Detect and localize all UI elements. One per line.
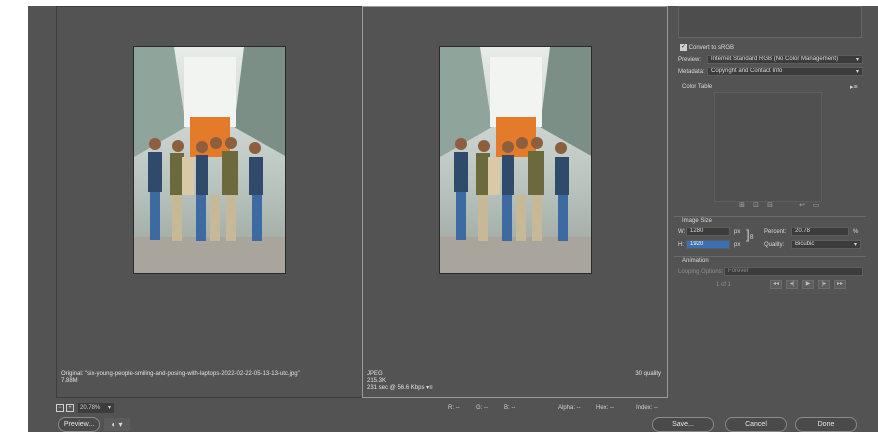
percent-input[interactable]: 20.78: [791, 227, 849, 236]
divider: [674, 256, 866, 257]
optimized-download-time: 231 sec @ 56.6 Kbps ▾≡: [367, 385, 433, 391]
new-color-icon[interactable]: ↩: [798, 202, 806, 210]
optimized-preview-pane[interactable]: JPEG 215.3K 231 sec @ 56.6 Kbps ▾≡ 30 qu…: [362, 6, 668, 398]
animation-controls: ◂◂ ◂| ▶ |▸ ▸▸: [770, 280, 860, 290]
preset-area: [678, 6, 862, 38]
looping-select[interactable]: Forever: [724, 267, 863, 276]
frame-counter: 1 of 1: [716, 282, 732, 288]
photo-people-illustration: [440, 47, 591, 273]
status-alpha: Alpha: --: [558, 405, 581, 411]
metadata-label: Metadata:: [678, 69, 705, 75]
preview-label: Preview:: [678, 57, 702, 63]
width-input[interactable]: 1280: [686, 227, 730, 236]
preview-button[interactable]: Preview...: [58, 417, 100, 432]
link-proportions-icon[interactable]: ]8: [746, 228, 754, 244]
trash-icon[interactable]: ▭: [812, 202, 820, 210]
previous-frame-icon[interactable]: ◂|: [786, 280, 798, 289]
photo-people-illustration: [134, 47, 285, 273]
status-g: G: --: [476, 405, 488, 411]
original-preview-image: [133, 46, 286, 274]
metadata-select[interactable]: Copyright and Contact Info: [707, 67, 863, 76]
image-size-title: Image Size: [682, 218, 713, 224]
height-input[interactable]: 1920: [686, 240, 730, 249]
color-table-area: [714, 92, 822, 202]
download-speed-menu-icon[interactable]: ▾≡: [426, 385, 433, 391]
original-file-info: Original: "six-young-people-smiling-and-…: [61, 371, 300, 385]
color-table-menu-icon[interactable]: ▸≡: [850, 83, 858, 91]
footer: Preview... ◐ ▾ Save... Cancel Done: [28, 417, 878, 432]
color-table-title: Color Table: [682, 84, 713, 90]
chevron-down-icon: ▾: [854, 242, 858, 248]
browser-icon[interactable]: ◐ ▾: [104, 418, 130, 431]
optimized-file-info: JPEG 215.3K 231 sec @ 56.6 Kbps ▾≡: [367, 371, 433, 392]
chevron-down-icon: ▾: [856, 69, 860, 75]
preview-select[interactable]: Internet Standard RGB (No Color Manageme…: [707, 55, 863, 64]
cancel-button[interactable]: Cancel: [725, 417, 787, 432]
convert-srgb-checkbox[interactable]: ✓: [680, 44, 687, 51]
optimized-preview-image: [439, 46, 592, 274]
percent-label: Percent:: [764, 229, 787, 235]
last-frame-icon[interactable]: ▸▸: [834, 280, 846, 289]
convert-srgb-label: Convert to sRGB: [688, 45, 735, 52]
status-r: R: --: [448, 405, 460, 411]
zoom-minus-icon[interactable]: −: [56, 404, 64, 412]
save-for-web-dialog: Original: "six-young-people-smiling-and-…: [28, 6, 878, 432]
done-button[interactable]: Done: [795, 417, 857, 432]
original-filename: Original: "six-young-people-smiling-and-…: [61, 371, 300, 377]
optimized-format: JPEG: [367, 371, 383, 377]
width-label: W:: [678, 229, 686, 235]
animation-title: Animation: [682, 258, 709, 264]
divider: [674, 216, 866, 217]
settings-panel: ✓ Convert to sRGB Preview: Internet Stan…: [674, 6, 870, 426]
optimized-size: 215.3K: [367, 378, 387, 384]
chevron-down-icon: ▾: [108, 405, 112, 411]
looping-label: Looping Options:: [678, 269, 724, 275]
percent-unit: %: [853, 229, 859, 235]
save-button[interactable]: Save...: [652, 417, 714, 432]
quality-select[interactable]: Bicubic: [791, 240, 861, 249]
zoom-plus-icon[interactable]: +: [66, 404, 74, 412]
height-unit: px: [734, 242, 741, 248]
play-icon[interactable]: ▶: [802, 280, 814, 289]
original-preview-pane[interactable]: Original: "six-young-people-smiling-and-…: [56, 6, 390, 398]
next-frame-icon[interactable]: |▸: [818, 280, 830, 289]
convert-srgb-row[interactable]: ✓ Convert to sRGB: [680, 44, 734, 51]
quality-label: Quality:: [764, 242, 785, 248]
width-unit: px: [734, 229, 741, 235]
status-b: B: --: [504, 405, 516, 411]
status-bar: − + 20.78% ▾ R: -- G: -- B: -- Alpha: --…: [52, 402, 668, 414]
chevron-down-icon: ▾: [856, 57, 860, 63]
map-color-icon[interactable]: ⊞: [738, 202, 746, 210]
optimized-quality: 30 quality: [635, 371, 661, 377]
original-filesize: 7.88M: [61, 378, 78, 384]
shift-web-icon[interactable]: ⊡: [752, 202, 760, 210]
height-label: H:: [678, 242, 684, 248]
status-index: Index: --: [636, 405, 659, 411]
lock-icon[interactable]: ⊟: [766, 202, 774, 210]
status-hex: Hex: --: [596, 405, 614, 411]
color-table-toolbar: ⊞ ⊡ ⊟ ↩ ▭: [734, 202, 844, 212]
first-frame-icon[interactable]: ◂◂: [770, 280, 782, 289]
